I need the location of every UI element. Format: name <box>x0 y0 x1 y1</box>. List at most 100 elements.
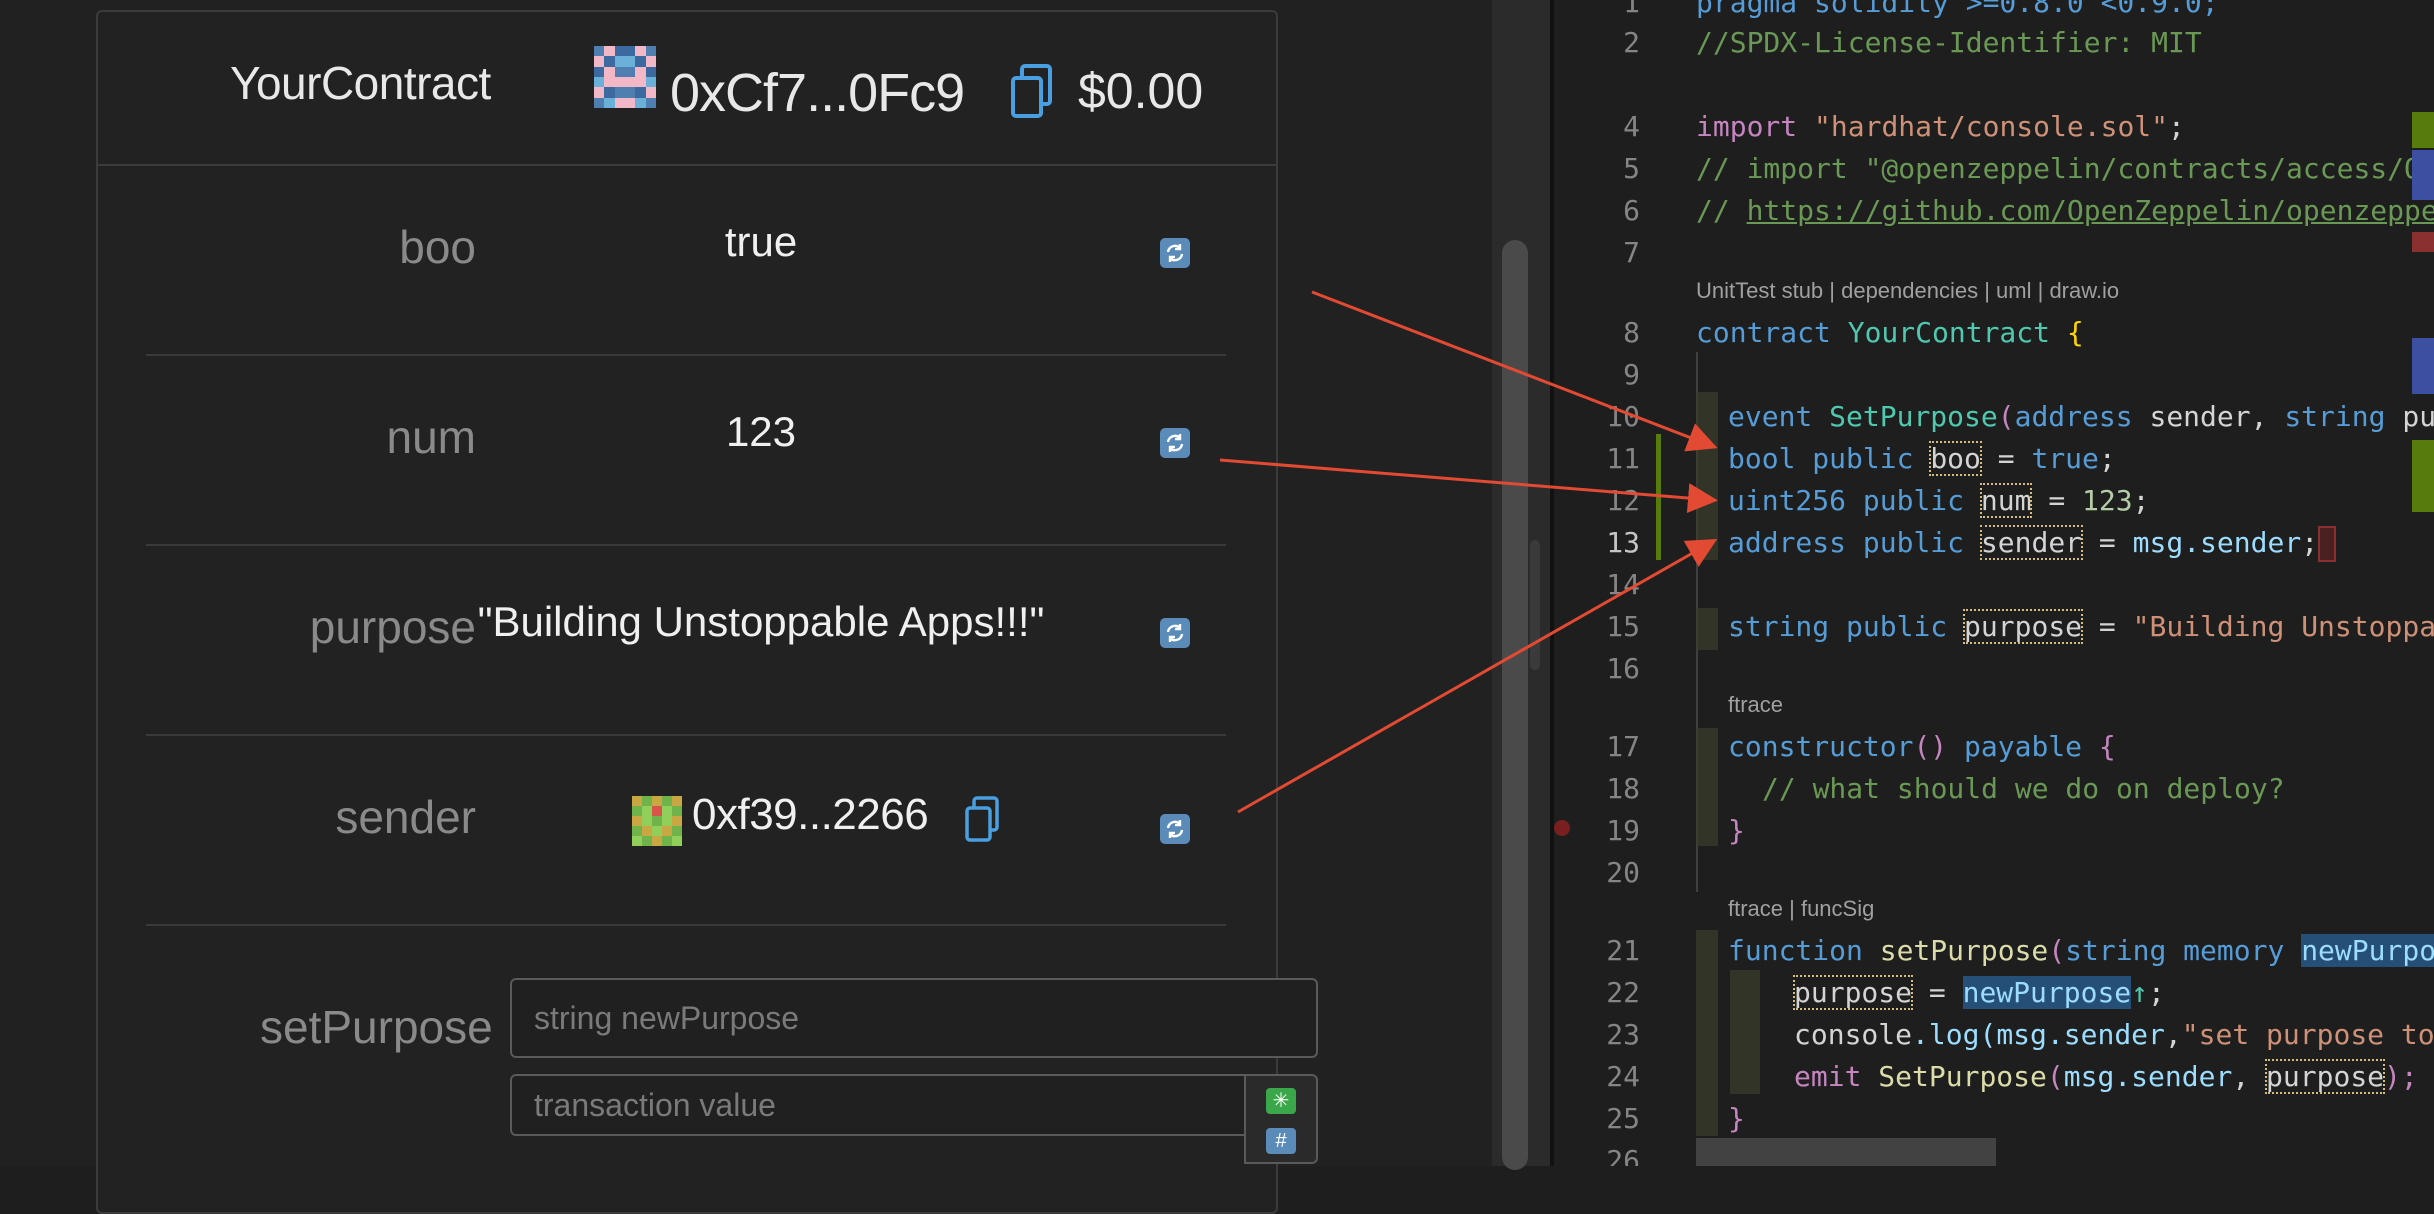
left-scrollbar[interactable] <box>1492 0 1550 1170</box>
line-number: 6 <box>1623 194 1640 227</box>
codelens-contract[interactable]: UnitTest stub | dependencies | uml | dra… <box>1696 278 2119 304</box>
line-number: 15 <box>1606 610 1640 643</box>
code-line-18: // what should we do on deploy? <box>1762 772 2285 805</box>
punct: ; <box>2148 976 2165 1009</box>
expr: msg.sender <box>2132 526 2302 559</box>
contract-name: YourContract <box>1847 316 2051 349</box>
refresh-button[interactable] <box>1160 238 1190 268</box>
line-number: 17 <box>1606 730 1640 763</box>
function-name: setPurpose <box>1879 934 2049 967</box>
field-value: "Building Unstoppable Apps!!!" <box>477 598 1045 645</box>
line-number: 20 <box>1606 856 1640 889</box>
type: string <box>1728 610 1830 643</box>
contract-address: 0xCf7...0Fc9 <box>670 63 965 123</box>
line-number: 9 <box>1623 358 1640 391</box>
keyword: emit <box>1794 1060 1862 1093</box>
refresh-button[interactable] <box>1160 428 1190 458</box>
code-line-11: bool public boo = true; <box>1728 441 2116 476</box>
overview-marker <box>2412 150 2434 200</box>
visibility: public <box>1846 610 1948 643</box>
param: newPurpose <box>1962 976 2132 1009</box>
code-line-8: contract YourContract { <box>1696 316 2084 349</box>
comment: // import "@openzeppelin/contracts/acces… <box>1696 152 2434 185</box>
field-label: boo <box>399 221 476 273</box>
keyword: event <box>1728 400 1813 433</box>
contract-title: YourContract <box>230 57 491 109</box>
field-row-purpose: purpose "Building Unstoppable Apps!!!" <box>146 544 1226 736</box>
refresh-button[interactable] <box>1160 814 1190 844</box>
var-name: sender <box>1979 525 2084 560</box>
punct: , <box>2232 1060 2267 1093</box>
param: sender, <box>2132 400 2285 433</box>
code-line-15: string public purpose = "Building Unstop… <box>1728 609 2434 644</box>
type: address <box>2014 400 2133 433</box>
sender-address: 0xf39...2266 <box>692 790 929 839</box>
op: = <box>1912 976 1963 1009</box>
code-line-13: address public sender = msg.sender; <box>1728 525 2337 562</box>
literal: true <box>2031 442 2099 475</box>
scrollbar-thumb[interactable] <box>1502 240 1528 1170</box>
keyword: import <box>1696 110 1798 143</box>
punct: , <box>2164 1018 2182 1051</box>
brace: { <box>2098 730 2116 763</box>
line-number: 18 <box>1606 772 1640 805</box>
refresh-button[interactable] <box>1160 618 1190 648</box>
copy-address-icon[interactable] <box>1010 64 1054 125</box>
line-number: 1 <box>1623 0 1640 19</box>
op: = <box>2082 526 2133 559</box>
indent-highlight <box>1696 728 1718 846</box>
line-number: 12 <box>1606 484 1640 517</box>
op: = <box>2031 484 2083 517</box>
field-row-num: num 123 <box>146 354 1226 546</box>
expr: msg.sender <box>2063 1060 2233 1093</box>
paren: ( <box>2048 934 2066 967</box>
expr: msg.sender <box>1996 1018 2165 1051</box>
overview-marker <box>2412 232 2434 252</box>
indent-highlight <box>1730 970 1760 1094</box>
event-name: SetPurpose <box>1829 400 1998 433</box>
breakpoint-icon[interactable] <box>1554 820 1570 836</box>
keyword: memory <box>2183 934 2285 967</box>
line-number: 8 <box>1623 316 1640 349</box>
paren: ( <box>2046 1060 2064 1093</box>
horizontal-scrollbar[interactable] <box>1696 1138 1996 1166</box>
sender-blockie-avatar <box>632 796 682 846</box>
line-number: 23 <box>1606 1018 1640 1051</box>
copy-sender-icon[interactable] <box>964 796 1000 849</box>
code-line-6: // https://github.com/OpenZeppelin/openz… <box>1696 194 2434 227</box>
code-line-1: pragma solidity >=0.8.0 <0.9.0; <box>1696 0 2219 19</box>
code-editor[interactable]: 1 2 4 5 6 7 8 9 10 11 12 13 14 15 16 17 … <box>1554 0 2434 1166</box>
var-name: num <box>1979 483 2033 518</box>
line-number: 2 <box>1623 26 1640 59</box>
code-line-24: emit SetPurpose(msg.sender, purpose); <box>1794 1059 2418 1094</box>
type: uint256 <box>1728 484 1847 517</box>
punct: ; <box>2168 110 2185 143</box>
line-number: 24 <box>1606 1060 1640 1093</box>
code-line-22: purpose = newPurpose↑; <box>1792 975 2165 1010</box>
refresh-icon <box>1166 434 1184 452</box>
keyword: contract <box>1696 316 1831 349</box>
transaction-value-input[interactable] <box>510 1074 1246 1136</box>
split-handle[interactable] <box>1530 540 1540 670</box>
arrow-up-icon: ↑ <box>2131 976 2149 1009</box>
codelens-ftrace-funcsig[interactable]: ftrace | funcSig <box>1728 896 1874 922</box>
field-row-sender: sender 0xf39...2266 <box>146 734 1226 926</box>
pragma-text: pragma solidity >=0.8.0 <0.9.0; <box>1696 0 2219 19</box>
new-purpose-input[interactable] <box>510 978 1318 1058</box>
field-label: sender <box>335 791 476 843</box>
indent-highlight <box>1696 392 1718 560</box>
contract-card: YourContract 0xCf7...0Fc9 $0.00 boo true… <box>96 10 1318 1214</box>
code-line-21: function setPurpose(string memory newPur… <box>1728 934 2434 967</box>
line-number: 4 <box>1623 110 1640 143</box>
line-number: 14 <box>1606 568 1640 601</box>
refresh-icon <box>1166 244 1184 262</box>
param: newPurpo <box>2301 934 2434 967</box>
comment: //SPDX-License-Identifier: MIT <box>1696 26 2202 59</box>
codelens-ftrace[interactable]: ftrace <box>1728 692 1783 718</box>
text-cursor <box>2318 526 2337 562</box>
multiply-ether-button[interactable]: ✳ <box>1266 1088 1296 1114</box>
comment-link[interactable]: https://github.com/OpenZeppelin/openzepp… <box>1747 194 2434 227</box>
hash-button[interactable]: # <box>1266 1128 1296 1154</box>
event-name: SetPurpose <box>1878 1060 2047 1093</box>
identifier: console <box>1794 1018 1913 1051</box>
